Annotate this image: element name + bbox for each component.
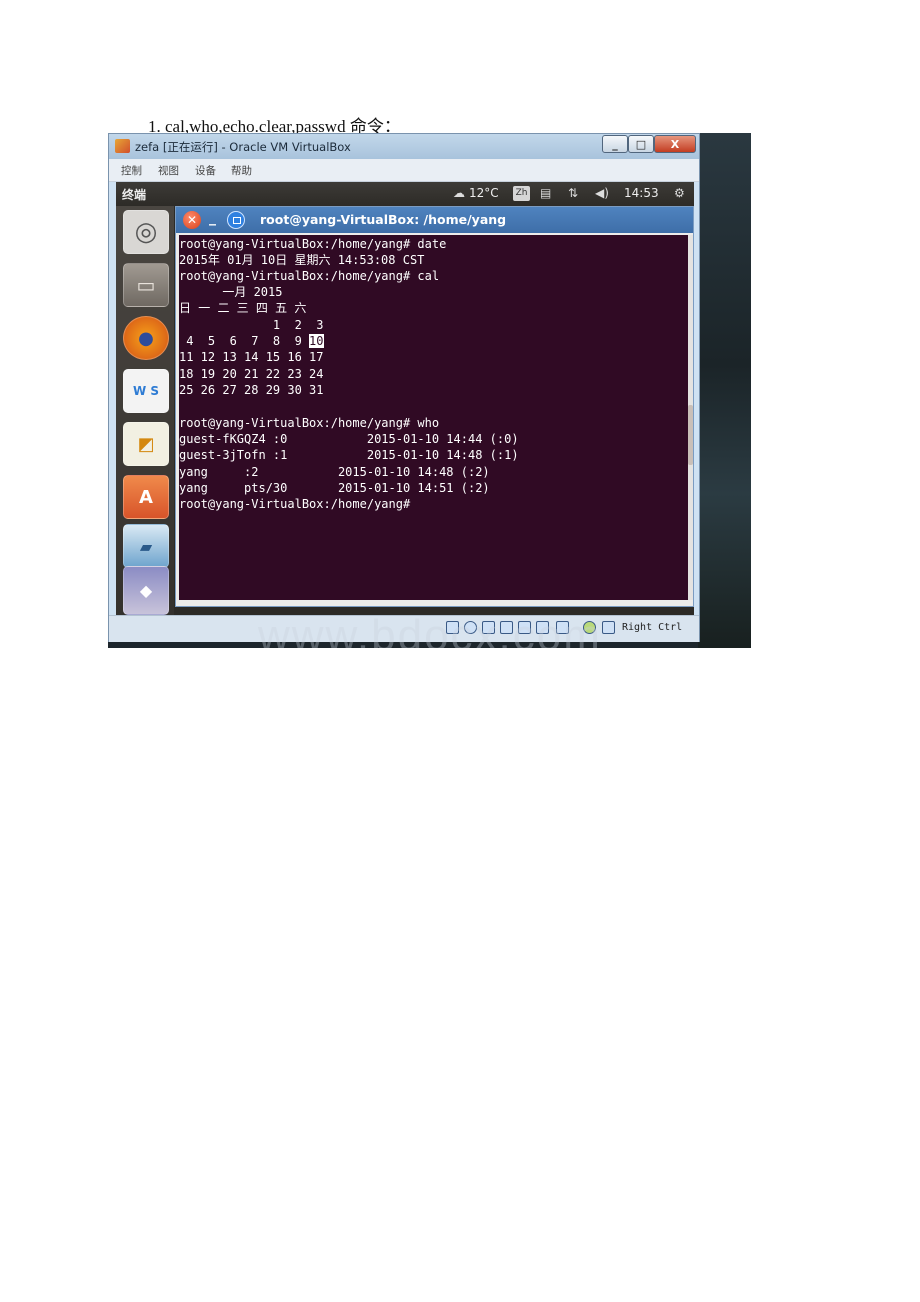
terminal-title: root@yang-VirtualBox: /home/yang <box>260 212 507 227</box>
minimize-button[interactable]: _ <box>602 135 628 153</box>
menu-devices[interactable]: 设备 <box>195 163 216 178</box>
impress-icon[interactable]: ◩ <box>123 422 169 466</box>
terminal-minimize-button[interactable]: _ <box>209 210 216 226</box>
keyboard-capture-icon[interactable] <box>602 621 615 634</box>
input-method-indicator[interactable]: Zh <box>513 186 530 201</box>
terminal-window[interactable]: ✕ _ root@yang-VirtualBox: /home/yang roo… <box>175 206 694 607</box>
close-button[interactable]: X <box>654 135 696 153</box>
terminal-line: yang :2 2015-01-10 14:48 (:2) <box>179 465 490 479</box>
terminal-output[interactable]: root@yang-VirtualBox:/home/yang# date 20… <box>179 235 690 600</box>
terminal-line: root@yang-VirtualBox:/home/yang# who <box>179 416 440 430</box>
screenshot-figure: zefa [正在运行] - Oracle VM VirtualBox _ □ X… <box>108 133 751 648</box>
weather-temperature[interactable]: 12°C <box>469 186 499 200</box>
keyboard-icon[interactable]: ▤ <box>540 186 551 200</box>
terminal-line-calendar-week: 4 5 6 7 8 9 10 <box>179 333 324 349</box>
terminal-titlebar[interactable]: ✕ _ root@yang-VirtualBox: /home/yang <box>176 207 693 233</box>
terminal-line: root@yang-VirtualBox:/home/yang# date <box>179 237 447 251</box>
terminal-line: root@yang-VirtualBox:/home/yang# cal <box>179 269 440 283</box>
terminal-line: yang pts/30 2015-01-10 14:51 (:2) <box>179 481 490 495</box>
terminal-line: 18 19 20 21 22 23 24 <box>179 367 324 381</box>
ubuntu-dash-icon[interactable]: ◎ <box>123 210 169 254</box>
virtualbox-title: zefa [正在运行] - Oracle VM VirtualBox <box>135 140 351 154</box>
terminal-line: 1 2 3 <box>179 318 324 332</box>
office-suite-icon[interactable]: W S <box>123 369 169 413</box>
scrollbar-thumb[interactable] <box>688 405 693 465</box>
terminal-line: 11 12 13 14 15 16 17 <box>179 350 324 364</box>
terminal-line: root@yang-VirtualBox:/home/yang# <box>179 497 411 511</box>
virtualbox-app-icon <box>115 139 130 153</box>
files-icon[interactable]: ▭ <box>123 263 169 307</box>
terminal-maximize-button[interactable] <box>227 211 245 229</box>
volume-icon[interactable]: ◀) <box>595 186 609 200</box>
terminal-line: 日 一 二 三 四 五 六 <box>179 301 307 315</box>
virtualbox-window: zefa [正在运行] - Oracle VM VirtualBox _ □ X… <box>108 133 700 642</box>
virtualbox-menubar: 控制 视图 设备 帮助 <box>109 159 699 182</box>
menu-view[interactable]: 视图 <box>158 163 179 178</box>
ubuntu-launcher: ◎ ▭ ● W S ◩ A ▰ ◆ <box>116 206 174 615</box>
terminal-close-button[interactable]: ✕ <box>183 211 201 229</box>
active-app-name: 终端 <box>122 188 147 202</box>
host-key-label: Right Ctrl <box>622 622 683 633</box>
firefox-icon[interactable]: ● <box>123 316 169 360</box>
terminal-line: guest-fKGQZ4 :0 2015-01-10 14:44 (:0) <box>179 432 519 446</box>
weather-icon[interactable]: ☁ <box>453 186 465 200</box>
terminal-scrollbar[interactable] <box>688 235 693 600</box>
terminal-line: 一月 2015 <box>179 285 283 299</box>
virtualbox-titlebar[interactable]: zefa [正在运行] - Oracle VM VirtualBox _ □ X <box>109 134 699 159</box>
watermark: www.bdocx.com <box>258 611 602 648</box>
network-icon[interactable]: ⇅ <box>568 186 578 200</box>
guest-display[interactable]: 终端 ☁ 12°C Zh ▤ ⇅ ◀) 14:53 ⚙ ◎ ▭ ● W S ◩ … <box>116 182 694 615</box>
terminal-line: guest-3jTofn :1 2015-01-10 14:48 (:1) <box>179 448 519 462</box>
more-apps-icon[interactable]: ◆ <box>123 566 169 615</box>
clock[interactable]: 14:53 <box>624 186 659 200</box>
software-center-icon[interactable]: A <box>123 475 169 519</box>
maximize-button[interactable]: □ <box>628 135 654 153</box>
gear-icon[interactable]: ⚙ <box>674 186 685 200</box>
terminal-line: 25 26 27 28 29 30 31 <box>179 383 324 397</box>
terminal-line: 2015年 01月 10日 星期六 14:53:08 CST <box>179 253 425 267</box>
menu-control[interactable]: 控制 <box>121 163 142 178</box>
host-desktop-background <box>698 133 751 648</box>
scanner-icon[interactable]: ▰ <box>123 524 169 568</box>
calendar-week-days: 4 5 6 7 8 9 <box>179 334 310 348</box>
menu-help[interactable]: 帮助 <box>231 163 252 178</box>
calendar-today-highlight: 10 <box>309 334 324 348</box>
ubuntu-top-panel: 终端 ☁ 12°C Zh ▤ ⇅ ◀) 14:53 ⚙ <box>116 182 694 206</box>
